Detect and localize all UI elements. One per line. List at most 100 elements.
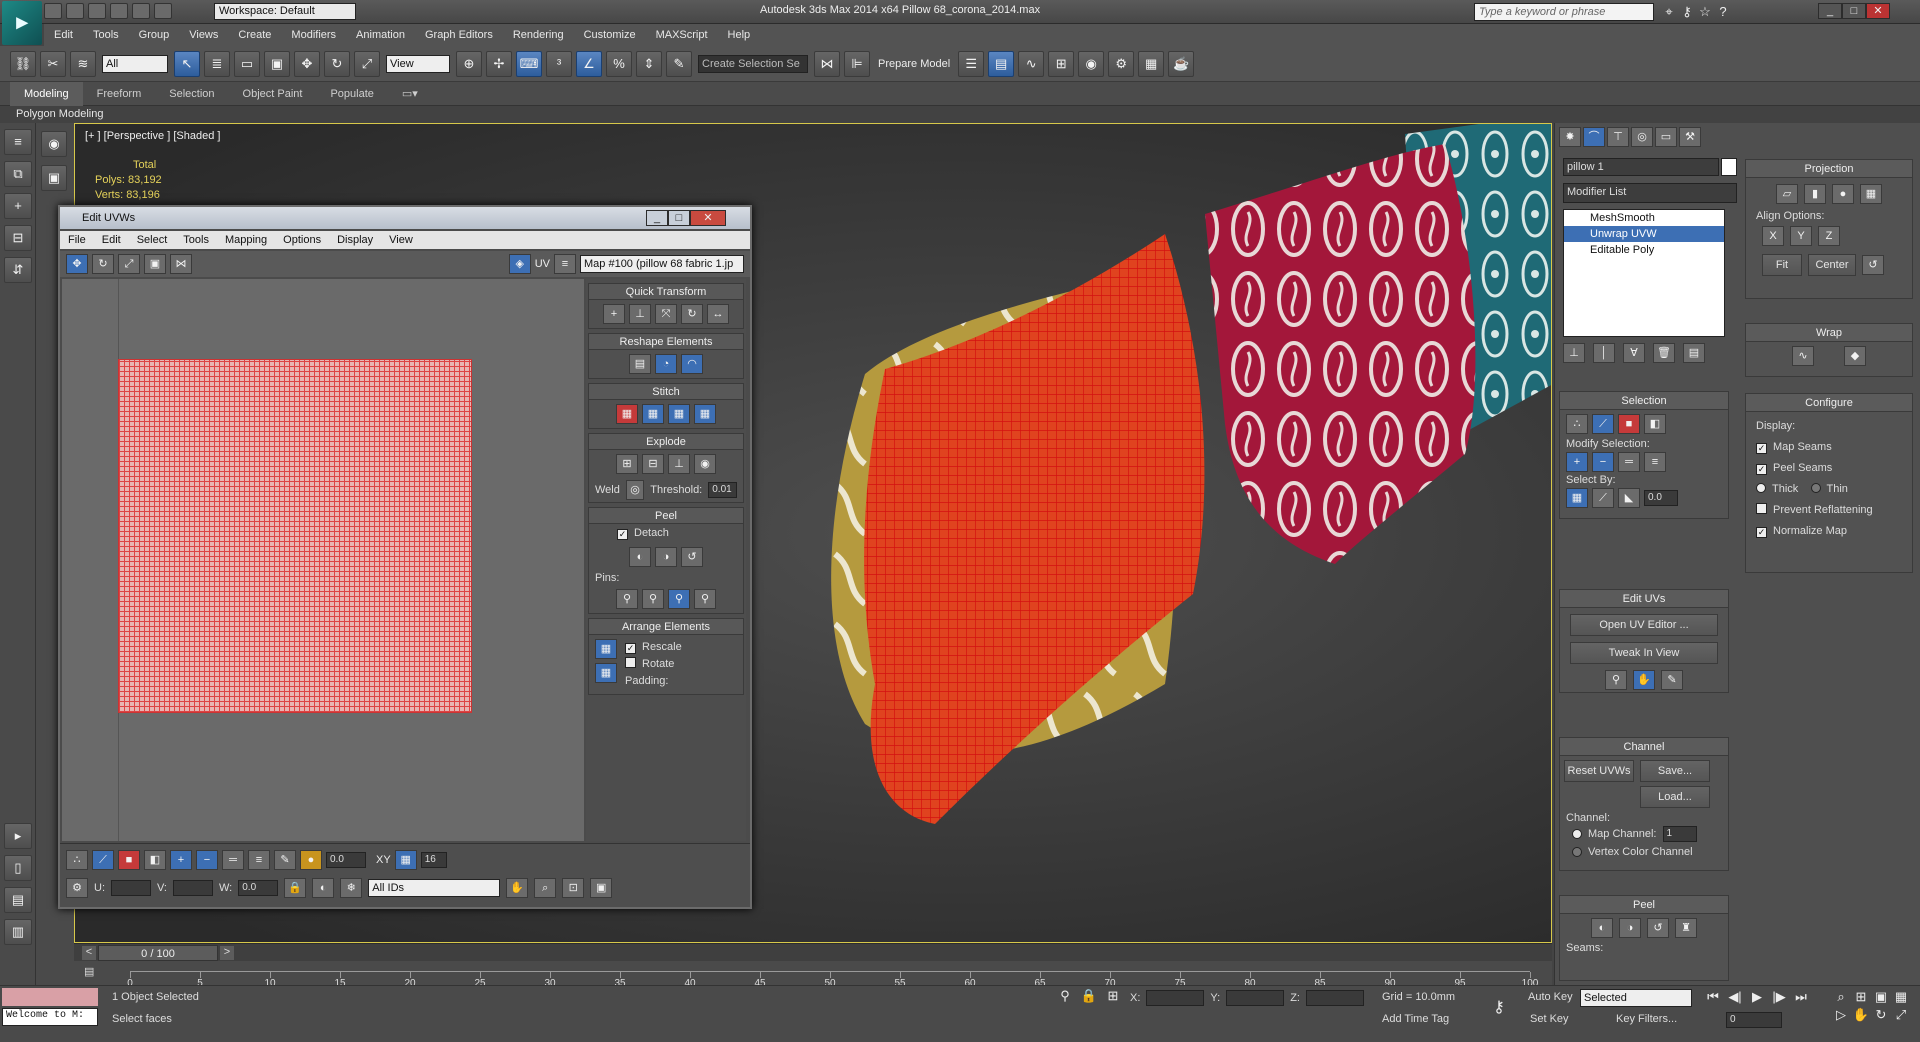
menu-modifiers[interactable]: Modifiers: [281, 24, 346, 46]
modifier-list-dropdown[interactable]: Modifier List: [1563, 183, 1737, 203]
uv-menu-view[interactable]: View: [381, 231, 421, 249]
menu-tools[interactable]: Tools: [83, 24, 129, 46]
auto-pin-icon[interactable]: ⚲: [668, 589, 690, 609]
uv-island[interactable]: [118, 359, 472, 713]
unfold-strip-icon[interactable]: ◆: [1844, 346, 1866, 366]
uv-move-icon[interactable]: ✥: [66, 254, 88, 274]
prevent-reflattening-checkbox[interactable]: [1756, 503, 1767, 514]
set-key-button[interactable]: Set Key: [1530, 1013, 1569, 1025]
vertex-mode-icon[interactable]: ∴: [66, 850, 88, 870]
straighten-icon[interactable]: ▤: [629, 354, 651, 374]
cmd-pelt-icon[interactable]: ♜: [1675, 918, 1697, 938]
menu-group[interactable]: Group: [129, 24, 180, 46]
flatten-icon[interactable]: ⊟: [642, 454, 664, 474]
fit-button[interactable]: Fit: [1762, 254, 1802, 276]
relax-icon[interactable]: ◔: [655, 354, 677, 374]
minimize-icon[interactable]: _: [1818, 3, 1842, 19]
binoculars-icon[interactable]: ⌖: [1660, 4, 1678, 20]
menu-help[interactable]: Help: [718, 24, 761, 46]
next-frame-icon[interactable]: >: [220, 946, 234, 960]
uv-menu-mapping[interactable]: Mapping: [217, 231, 275, 249]
cmd-peel-mode-icon[interactable]: ◑: [1619, 918, 1641, 938]
reset-peel-icon[interactable]: ↺: [681, 547, 703, 567]
ribbon-toggle-icon[interactable]: ▤: [988, 50, 1015, 77]
close-icon[interactable]: ✕: [1866, 3, 1890, 19]
time-slider[interactable]: < 0 / 100 >: [74, 943, 1552, 961]
open-file-icon[interactable]: [66, 3, 84, 19]
uv-menu-select[interactable]: Select: [129, 231, 176, 249]
uv-close-icon[interactable]: ✕: [690, 210, 726, 226]
maximize-viewport-icon[interactable]: ⤢: [1892, 1007, 1910, 1023]
snaps-toggle-icon[interactable]: ³: [546, 50, 572, 77]
keyboard-shortcut-override-icon[interactable]: ⌨: [516, 50, 542, 77]
stack-item[interactable]: Editable Poly: [1564, 242, 1724, 258]
hierarchy-tab-icon[interactable]: ⊤: [1607, 127, 1629, 147]
next-frame-play-icon[interactable]: |▶: [1770, 989, 1788, 1005]
selection-filter-dropdown[interactable]: All: [102, 54, 168, 73]
rendered-frame-window-icon[interactable]: ▦: [1138, 50, 1165, 77]
detach-edge-icon[interactable]: ⊥: [668, 454, 690, 474]
planar-angle-icon[interactable]: ◣: [1618, 488, 1640, 508]
uv-menu-tools[interactable]: Tools: [175, 231, 217, 249]
arrange-title[interactable]: Arrange Elements: [589, 619, 743, 635]
weld-target-icon[interactable]: ◎: [625, 480, 645, 500]
orbit-icon[interactable]: ↻: [1872, 1007, 1890, 1023]
x-field[interactable]: [1146, 990, 1205, 1006]
spinner-snap-icon[interactable]: ⇕: [636, 50, 662, 77]
quick-transform-title[interactable]: Quick Transform: [589, 284, 743, 300]
maxscript-listener-pink[interactable]: [2, 988, 98, 1006]
cmd-edge-icon[interactable]: ⟋: [1592, 414, 1614, 434]
relax-by-polygon-icon[interactable]: ◠: [681, 354, 703, 374]
named-selection-set-dropdown[interactable]: Create Selection Se: [698, 54, 808, 73]
grow-icon[interactable]: +: [1566, 452, 1588, 472]
ring-icon[interactable]: ≡: [248, 850, 270, 870]
soft-select-icon[interactable]: ●: [300, 850, 322, 870]
key-filters-button[interactable]: Key Filters...: [1616, 1013, 1677, 1025]
uv-canvas[interactable]: [62, 279, 584, 841]
cmd-element-icon[interactable]: ◧: [1644, 414, 1666, 434]
absolute-mode-transform-icon[interactable]: ⊞: [1104, 988, 1122, 1004]
w-field[interactable]: 0.0: [238, 880, 279, 896]
reset-projection-icon[interactable]: ↺: [1862, 255, 1884, 275]
viewport-layout-icon[interactable]: ▯: [4, 855, 32, 881]
configure-title[interactable]: Configure: [1746, 394, 1912, 412]
key-mode-icon[interactable]: ⚷: [1490, 1000, 1508, 1016]
stitch-title[interactable]: Stitch: [589, 384, 743, 400]
uv-menu-display[interactable]: Display: [329, 231, 381, 249]
prev-frame-icon[interactable]: <: [82, 946, 96, 960]
schematic-view-icon[interactable]: ⊞: [1048, 50, 1075, 77]
align-z-button[interactable]: Z: [1818, 226, 1840, 246]
menu-edit[interactable]: Edit: [44, 24, 83, 46]
pin-icon[interactable]: ⚲: [616, 589, 638, 609]
detach-checkbox[interactable]: ✓: [617, 529, 628, 540]
tab-freeform[interactable]: Freeform: [83, 82, 156, 106]
checker-icon[interactable]: ◈: [508, 254, 531, 274]
rotate-90-icon[interactable]: ↻: [681, 304, 703, 324]
angle-snap-icon[interactable]: ∠: [576, 50, 602, 77]
space-icon[interactable]: ↔: [707, 304, 729, 324]
uv-menu-edit[interactable]: Edit: [94, 231, 129, 249]
thick-radio[interactable]: [1756, 483, 1766, 493]
threshold-field[interactable]: 0.01: [708, 482, 737, 498]
ids-dropdown[interactable]: All IDs: [368, 879, 501, 897]
align-x-button[interactable]: X: [1762, 226, 1784, 246]
load-button[interactable]: Load...: [1640, 786, 1710, 808]
quick-peel-icon[interactable]: ◐: [629, 547, 651, 567]
planar-map-icon[interactable]: ▱: [1776, 184, 1798, 204]
align-x-icon[interactable]: ⊥: [629, 304, 651, 324]
stack-item-selected[interactable]: Unwrap UVW: [1564, 226, 1724, 242]
project-folder-icon[interactable]: [154, 3, 172, 19]
box-map-icon[interactable]: ▦: [1860, 184, 1882, 204]
u-field[interactable]: [111, 880, 151, 896]
expand-arrow-icon[interactable]: ▸: [4, 823, 32, 849]
map-channel-field[interactable]: 1: [1662, 826, 1697, 842]
rescale-checkbox[interactable]: ✓: [625, 643, 636, 654]
field-of-view-icon[interactable]: ▷: [1832, 1007, 1850, 1023]
window-crossing-icon[interactable]: ▣: [264, 50, 290, 77]
pack-custom-icon[interactable]: ▦: [595, 639, 617, 659]
select-by-element-icon[interactable]: ▦: [1566, 488, 1588, 508]
zoom-region-icon[interactable]: ⊡: [562, 878, 585, 898]
zoom-extents-all-icon[interactable]: ▦: [1892, 989, 1910, 1005]
viewport-layout-2-icon[interactable]: ▤: [4, 887, 32, 913]
ignore-backfacing-icon[interactable]: ⟋: [1592, 488, 1614, 508]
